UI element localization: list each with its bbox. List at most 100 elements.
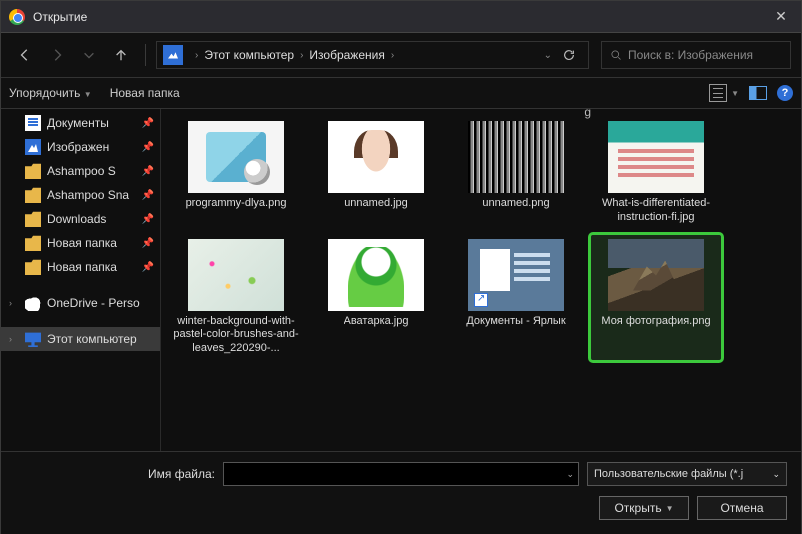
toolbar: Упорядочить ▼ Новая папка ▼ ? bbox=[1, 77, 801, 109]
file-tile[interactable]: unnamed.jpg bbox=[311, 117, 441, 229]
file-tile[interactable]: Моя фотография.png bbox=[591, 235, 721, 360]
file-label: What-is-differentiated-instruction-fi.jp… bbox=[593, 197, 719, 225]
pin-icon: 📌 bbox=[142, 118, 154, 129]
cloud-icon bbox=[25, 295, 41, 311]
help-button[interactable]: ? bbox=[777, 85, 793, 101]
sidebar-item[interactable]: Новая папка 📌 bbox=[1, 255, 160, 279]
file-tile[interactable]: winter-background-with-pastel-color-brus… bbox=[171, 235, 301, 360]
file-label: unnamed.jpg bbox=[344, 197, 408, 211]
file-label: unnamed.png bbox=[482, 197, 549, 211]
stray-char: g bbox=[584, 109, 591, 119]
cancel-button[interactable]: Отмена bbox=[697, 496, 787, 520]
pc-icon bbox=[25, 331, 41, 347]
file-tile[interactable]: Документы - Ярлык bbox=[451, 235, 581, 360]
chevron-right-icon[interactable]: › bbox=[300, 50, 303, 61]
view-options-button[interactable] bbox=[709, 84, 727, 102]
main-area: Документы📌Изображен📌Ashampoo S📌Ashampoo … bbox=[1, 109, 801, 451]
open-button[interactable]: Открыть▼ bbox=[599, 496, 689, 520]
sidebar-item-label: OneDrive - Perso bbox=[47, 296, 140, 310]
window-title: Открытие bbox=[33, 10, 87, 24]
pin-icon: 📌 bbox=[142, 262, 154, 273]
folder-icon bbox=[25, 235, 41, 251]
folder-icon bbox=[25, 187, 41, 203]
search-placeholder: Поиск в: Изображения bbox=[628, 48, 753, 62]
folder-icon bbox=[25, 259, 41, 275]
back-button[interactable] bbox=[11, 41, 39, 69]
pic-icon bbox=[25, 139, 41, 155]
bottom-panel: Имя файла: ⌄ Пользовательские файлы (*.j… bbox=[1, 451, 801, 534]
chevron-right-icon[interactable]: › bbox=[195, 50, 198, 61]
file-tile[interactable]: unnamed.png bbox=[451, 117, 581, 229]
sidebar-item[interactable]: Изображен 📌 bbox=[1, 135, 160, 159]
sidebar-item[interactable]: › Этот компьютер bbox=[1, 327, 160, 351]
sidebar-item-label: Этот компьютер bbox=[47, 332, 137, 346]
location-icon bbox=[163, 45, 183, 65]
file-thumbnail bbox=[468, 121, 564, 193]
recent-dropdown[interactable] bbox=[75, 41, 103, 69]
sidebar: Документы📌Изображен📌Ashampoo S📌Ashampoo … bbox=[1, 109, 161, 451]
refresh-icon[interactable] bbox=[562, 48, 576, 62]
pin-icon: 📌 bbox=[142, 142, 154, 153]
chevron-right-icon[interactable]: › bbox=[391, 50, 394, 61]
file-thumbnail bbox=[328, 121, 424, 193]
title-bar: Открытие ✕ bbox=[1, 1, 801, 33]
organize-button[interactable]: Упорядочить ▼ bbox=[9, 86, 92, 100]
breadcrumb-folder[interactable]: Изображения bbox=[309, 48, 384, 62]
pin-icon: 📌 bbox=[142, 190, 154, 201]
preview-pane-button[interactable] bbox=[749, 86, 767, 100]
breadcrumb-bar[interactable]: › Этот компьютер › Изображения › ⌄ bbox=[156, 41, 589, 69]
sidebar-item[interactable]: › OneDrive - Perso bbox=[1, 291, 160, 315]
chevron-down-icon[interactable]: ⌄ bbox=[566, 469, 574, 480]
filename-input[interactable]: ⌄ bbox=[223, 462, 579, 486]
sidebar-item-label: Новая папка bbox=[47, 260, 117, 274]
chevron-down-icon[interactable]: ⌄ bbox=[544, 50, 552, 61]
file-thumbnail bbox=[328, 239, 424, 311]
file-label: programmy-dlya.png bbox=[186, 197, 287, 211]
file-thumbnail bbox=[188, 239, 284, 311]
chevron-down-icon[interactable]: ⌄ bbox=[772, 469, 780, 480]
search-icon bbox=[610, 49, 622, 61]
pin-icon: 📌 bbox=[142, 214, 154, 225]
sidebar-item-label: Ashampoo S bbox=[47, 164, 116, 178]
chrome-icon bbox=[9, 9, 25, 25]
filename-label: Имя файла: bbox=[15, 467, 215, 481]
file-type-filter[interactable]: Пользовательские файлы (*.j ⌄ bbox=[587, 462, 787, 486]
sidebar-item[interactable]: Новая папка 📌 bbox=[1, 231, 160, 255]
file-thumbnail bbox=[468, 239, 564, 311]
new-folder-button[interactable]: Новая папка bbox=[110, 86, 180, 100]
file-thumbnail bbox=[608, 239, 704, 311]
sidebar-item-label: Документы bbox=[47, 116, 109, 130]
sidebar-item-label: Новая папка bbox=[47, 236, 117, 250]
sidebar-item[interactable]: Ashampoo Sna 📌 bbox=[1, 183, 160, 207]
file-thumbnail bbox=[608, 121, 704, 193]
file-label: winter-background-with-pastel-color-brus… bbox=[173, 315, 299, 356]
file-label: Документы - Ярлык bbox=[466, 315, 565, 329]
search-input[interactable]: Поиск в: Изображения bbox=[601, 41, 791, 69]
folder-icon bbox=[25, 211, 41, 227]
shortcut-overlay-icon bbox=[474, 293, 488, 307]
chevron-right-icon[interactable]: › bbox=[9, 298, 12, 308]
sidebar-item[interactable]: Документы 📌 bbox=[1, 111, 160, 135]
doc-icon bbox=[25, 115, 41, 131]
nav-bar: › Этот компьютер › Изображения › ⌄ Поиск… bbox=[1, 33, 801, 77]
sidebar-item[interactable]: Ashampoo S 📌 bbox=[1, 159, 160, 183]
sidebar-item-label: Изображен bbox=[47, 140, 109, 154]
breadcrumb-root[interactable]: Этот компьютер bbox=[204, 48, 294, 62]
up-button[interactable] bbox=[107, 41, 135, 69]
sidebar-item-label: Ashampoo Sna bbox=[47, 188, 129, 202]
sidebar-item-label: Downloads bbox=[47, 212, 106, 226]
close-button[interactable]: ✕ bbox=[761, 1, 801, 33]
file-tile[interactable]: Аватарка.jpg bbox=[311, 235, 441, 360]
pin-icon: 📌 bbox=[142, 166, 154, 177]
folder-icon bbox=[25, 163, 41, 179]
file-label: Аватарка.jpg bbox=[344, 315, 409, 329]
file-thumbnail bbox=[188, 121, 284, 193]
file-tile[interactable]: programmy-dlya.png bbox=[171, 117, 301, 229]
pin-icon: 📌 bbox=[142, 238, 154, 249]
file-grid: g programmy-dlya.png unnamed.jpg unnamed.p… bbox=[161, 109, 801, 451]
chevron-right-icon[interactable]: › bbox=[9, 334, 12, 344]
sidebar-item[interactable]: Downloads 📌 bbox=[1, 207, 160, 231]
forward-button[interactable] bbox=[43, 41, 71, 69]
file-tile[interactable]: What-is-differentiated-instruction-fi.jp… bbox=[591, 117, 721, 229]
file-label: Моя фотография.png bbox=[601, 315, 710, 329]
